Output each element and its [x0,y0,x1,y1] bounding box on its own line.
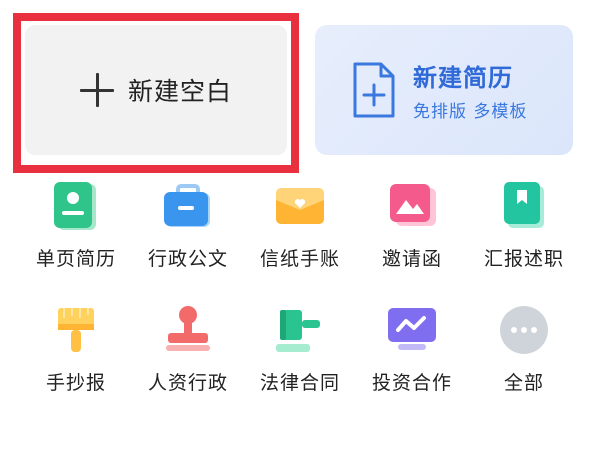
resume-file-icon [353,62,395,118]
template-grid: 单页简历 行政公文 信纸手账 邀请函 汇报述职 手抄报 人资行政 法律合同 投资… [22,178,578,404]
template-label: 邀请函 [381,248,442,270]
template-legal-contract[interactable]: 法律合同 [246,302,354,404]
template-handwritten-paper[interactable]: 手抄报 [22,302,130,404]
template-invitation[interactable]: 邀请函 [358,178,466,280]
picture-card-icon [390,184,436,226]
template-label: 信纸手账 [259,248,340,270]
id-card-icon [54,182,96,230]
template-hr-admin[interactable]: 人资行政 [134,302,242,404]
template-report[interactable]: 汇报述职 [470,178,578,280]
envelope-heart-icon [276,188,324,224]
more-dots-icon [500,306,548,354]
template-investment[interactable]: 投资合作 [358,302,466,404]
template-label: 单页简历 [35,248,116,270]
briefcase-icon [164,184,210,227]
template-official-doc[interactable]: 行政公文 [134,178,242,280]
template-picker: 新建空白 新建简历 免排版 多模板 单页简历 行政公文 信纸手账 邀请函 汇报述… [0,0,600,450]
template-label: 手抄报 [45,372,106,394]
monitor-chart-icon [388,308,436,350]
new-resume-title: 新建简历 [413,64,513,92]
template-all[interactable]: 全部 [470,302,578,404]
plus-icon [79,73,114,107]
paint-brush-icon [58,308,94,352]
template-label: 行政公文 [147,248,228,270]
stamp-icon [166,306,210,351]
template-resume-single[interactable]: 单页简历 [22,178,130,280]
gavel-icon [276,310,320,352]
template-label: 人资行政 [147,372,228,394]
new-resume-subtitle: 免排版 多模板 [413,102,528,122]
template-label: 法律合同 [259,372,340,394]
template-label: 全部 [503,372,544,394]
template-label: 投资合作 [371,372,452,394]
template-stationery[interactable]: 信纸手账 [246,178,354,280]
new-blank-label: 新建空白 [127,77,232,106]
bookmark-book-icon [504,182,544,228]
new-blank-button[interactable]: 新建空白 [25,25,287,155]
template-label: 汇报述职 [483,248,564,270]
new-resume-button[interactable]: 新建简历 免排版 多模板 [315,25,573,155]
